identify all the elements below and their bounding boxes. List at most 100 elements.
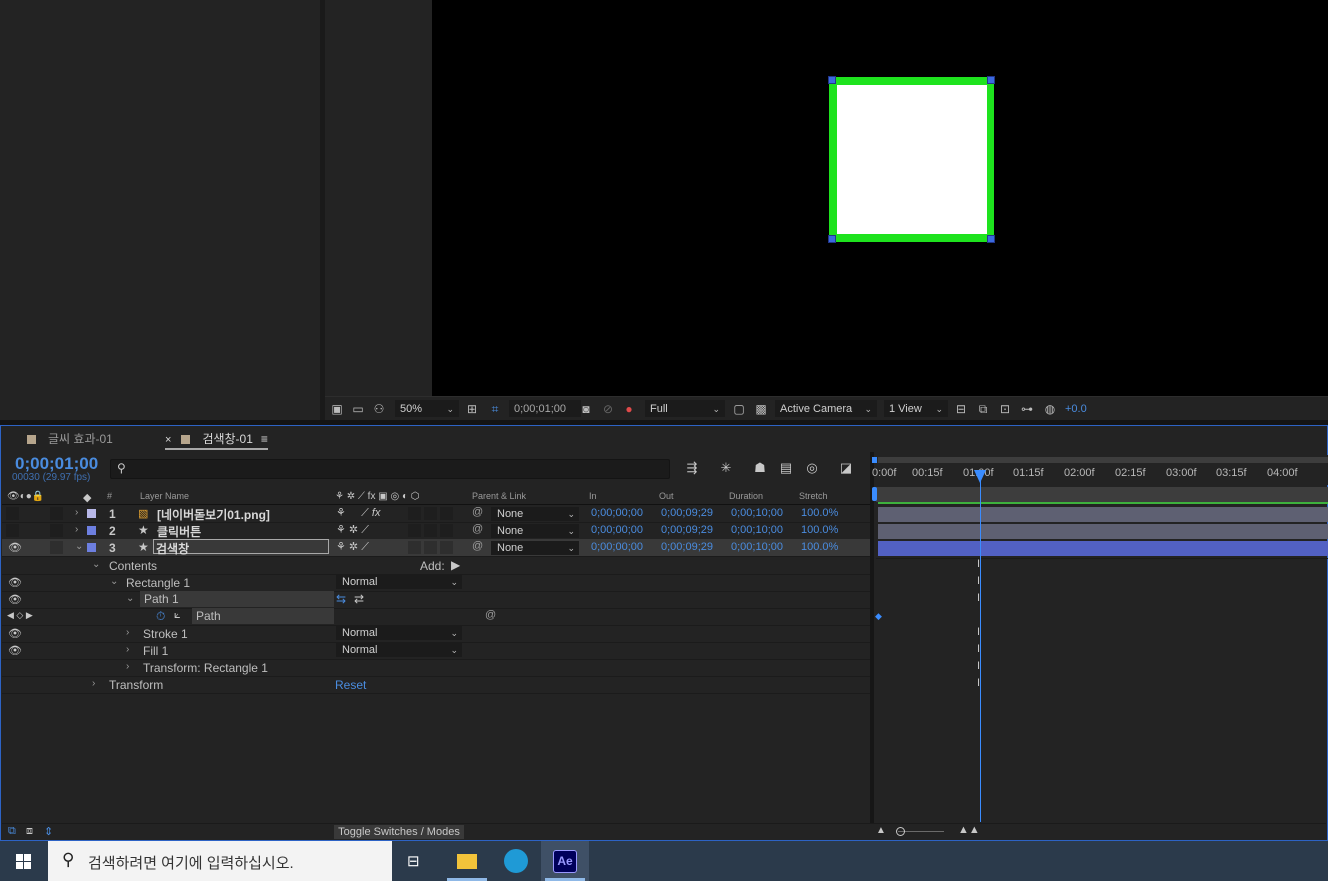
switch-cell[interactable] [408,524,421,537]
region-of-interest-icon[interactable]: ▢ [732,402,746,416]
viewer-timecode[interactable]: 0;00;01;00 [509,400,581,417]
zoom-in-icon[interactable]: ▲▲ [958,824,980,836]
blend-mode-dropdown[interactable]: Normal ⌄ [336,643,462,657]
transform-handle[interactable] [828,235,836,243]
pickwhip-icon[interactable]: @ [472,506,483,518]
switch-cell[interactable] [424,524,437,537]
layer-duration-bar[interactable] [878,507,1328,522]
layer-row-selected[interactable]: 👁 ⌄ 3 ★ 검색창 ⚘ ✲ ⟋ @ None ⌄ 0;00;00;00 0;0… [2,539,870,557]
chevron-right-icon[interactable]: › [126,644,129,655]
keyframe-nav-icons[interactable]: ◀ ◇ ▶ [7,610,33,621]
chevron-right-icon[interactable]: › [75,524,78,535]
toggle-switches-modes-button[interactable]: Toggle Switches / Modes [334,825,464,839]
zoom-out-icon[interactable]: ▲ [876,825,886,836]
duration-value[interactable]: 0;00;10;00 [731,507,783,519]
flowchart-icon[interactable]: ⊶ [1020,402,1034,416]
eye-icon[interactable]: 👁 [8,627,22,640]
path-direction-reverse-icon[interactable]: ⇄ [354,592,364,606]
property-row-contents[interactable]: ⌄ Contents Add: ▶ [2,557,870,575]
switch-cell[interactable] [408,507,421,520]
task-view-button[interactable]: ⊟ [392,841,440,881]
panel-menu-icon[interactable]: ≡ [261,432,268,446]
vr-goggles-icon[interactable]: ⚇ [372,402,386,416]
camera-dropdown[interactable]: Active Camera ⌄ [775,400,877,417]
monitor-icon[interactable]: ▭ [351,402,365,416]
add-arrow-icon[interactable]: ▶ [451,558,460,572]
out-point[interactable]: 0;00;09;29 [661,541,713,553]
tab-comp-1[interactable]: 글씨 효과-01 [27,430,113,448]
in-point[interactable]: 0;00;00;00 [591,507,643,519]
path-direction-icon[interactable]: ⇆ [336,592,346,606]
tab-comp-2[interactable]: × 검색창-01 ≡ [165,430,268,450]
resolution-dropdown[interactable]: Full ⌄ [645,400,725,417]
work-area-start-handle[interactable] [872,487,877,501]
color-channels-icon[interactable]: ● [622,402,636,416]
pickwhip-icon[interactable]: @ [472,523,483,535]
transfer-controls-icon[interactable]: ⧈ [26,825,33,838]
graph-icon[interactable]: ⟀ [174,609,181,622]
property-row-stroke[interactable]: 👁 › Stroke 1 Normal ⌄ [2,625,870,643]
layer-row[interactable]: › 2 ★ 클릭버튼 ⚘ ✲ ⟋ @ None ⌄ 0;00;00;00 0;00… [2,522,870,540]
layer-name[interactable]: [네이버돋보기01.png] [157,506,270,523]
lock-switch[interactable] [50,524,63,537]
transparency-grid-icon[interactable]: ▩ [754,402,768,416]
layer-switch-icons[interactable]: ⚘ ✲ ⟋ [336,523,369,537]
navigator-start-handle[interactable] [872,457,877,463]
chevron-right-icon[interactable]: › [126,661,129,672]
label-color-swatch[interactable] [87,509,96,518]
chevron-down-icon[interactable]: ⌄ [92,559,100,570]
eye-icon[interactable]: 👁 [8,593,22,606]
label-color-swatch[interactable] [87,543,96,552]
fill-label[interactable]: Fill 1 [143,644,168,658]
always-preview-icon[interactable]: ▣ [330,402,344,416]
in-point[interactable]: 0;00;00;00 [591,541,643,553]
transform-rectangle-label[interactable]: Transform: Rectangle 1 [143,661,268,675]
stretch-value[interactable]: 100.0% [801,524,838,536]
layer-switch-icons[interactable]: ⚘ ⟋ fx [336,506,380,520]
rectangle-shape-fill[interactable] [837,85,987,234]
draft-3d-icon[interactable]: ✳ [717,460,735,476]
time-navigator[interactable] [878,457,1328,463]
chevron-right-icon[interactable]: › [75,507,78,518]
property-row-fill[interactable]: 👁 › Fill 1 Normal ⌄ [2,642,870,660]
layer-row[interactable]: › 1 ▧ [네이버돋보기01.png] ⚘ ⟋ fx @ None ⌄ 0;00… [2,505,870,523]
add-menu-label[interactable]: Add: [420,559,445,573]
transform-handle[interactable] [987,76,995,84]
toggle-pixel-aspect-icon[interactable]: ⊟ [954,402,968,416]
layer-switch-icons[interactable]: ⚘ ✲ ⟋ [336,540,369,554]
property-row-path-group[interactable]: 👁 ⌄ Path 1 ⇆ ⇄ [2,591,870,609]
rectangle-group-label[interactable]: Rectangle 1 [126,576,190,590]
eye-icon[interactable]: 👁 [8,644,22,657]
blend-mode-dropdown[interactable]: Normal ⌄ [336,575,462,589]
composition-mini-flowchart-icon[interactable]: ⇶ [683,460,701,476]
lock-switch[interactable] [50,541,63,554]
reset-link[interactable]: Reset [335,678,366,692]
lock-switch[interactable] [50,507,63,520]
work-area-bar[interactable] [876,487,1328,502]
mask-visibility-icon[interactable]: ⌗ [488,402,502,416]
path-group-label[interactable]: Path 1 [140,591,334,607]
graph-editor-icon[interactable]: ◪ [837,460,855,476]
chevron-down-icon[interactable]: ⌄ [126,593,134,604]
show-snapshot-icon[interactable]: ⊘ [601,402,615,416]
chevron-down-icon[interactable]: ⌄ [110,576,118,587]
out-point[interactable]: 0;00;09;29 [661,524,713,536]
switch-cell[interactable] [440,507,453,520]
layer-name-header[interactable]: Layer Name [140,491,189,501]
current-time-display[interactable]: 0;00;01;00 [15,454,98,474]
current-time-indicator-head[interactable] [974,470,986,483]
chevron-right-icon[interactable]: › [126,627,129,638]
file-explorer-button[interactable] [443,841,491,881]
switch-cell[interactable] [440,541,453,554]
property-row-transform[interactable]: › Transform Reset [2,676,870,694]
duration-value[interactable]: 0;00;10;00 [731,541,783,553]
layer-duration-bar-selected[interactable] [878,541,1328,556]
camera-snapshot-icon[interactable]: ◙ [579,402,593,416]
close-icon[interactable]: × [165,434,171,446]
eye-icon[interactable]: 👁 [8,576,22,589]
fast-previews-icon[interactable]: ⧉ [976,402,990,416]
switch-cell[interactable] [424,541,437,554]
chevron-down-icon[interactable]: ⌄ [75,541,83,552]
chevron-right-icon[interactable]: › [92,678,95,689]
video-switch[interactable] [6,524,19,537]
